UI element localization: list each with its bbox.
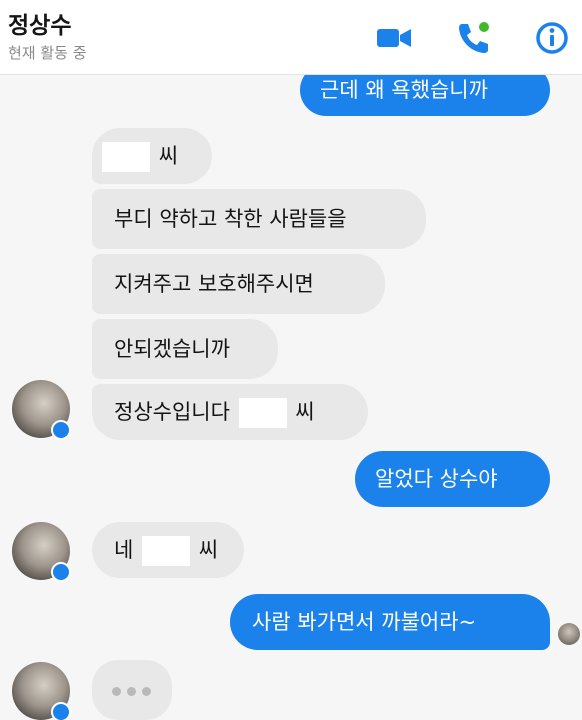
video-call-button[interactable]: [374, 18, 414, 58]
message-text: 네: [114, 538, 134, 562]
message-text: 씨: [198, 538, 219, 562]
message-received[interactable]: 지켜주고 보호해주시면: [92, 254, 385, 314]
typing-indicator: [92, 660, 172, 720]
messenger-badge-icon: [51, 562, 71, 582]
message-received[interactable]: 씨: [92, 128, 212, 184]
message-received[interactable]: 네 씨: [92, 522, 244, 578]
message-text: 알었다 상수야: [375, 467, 498, 491]
info-button[interactable]: [532, 18, 572, 58]
message-text: 씨: [158, 144, 179, 168]
contact-avatar[interactable]: [12, 380, 71, 440]
message-received[interactable]: 안되겠습니까: [92, 319, 278, 379]
message-received[interactable]: 부디 약하고 착한 사람들을: [92, 189, 426, 249]
redacted-name: [238, 398, 287, 428]
message-text: 지켜주고 보호해주시면: [114, 272, 314, 296]
message-list[interactable]: 근데 왜 욕했습니까 씨 부디 약하고 착한 사람들을 지켜주고 보호해주시면 …: [0, 0, 582, 720]
message-text: 정상수입니다: [114, 400, 230, 424]
message-received[interactable]: 정상수입니다 씨: [92, 384, 368, 440]
typing-dot: [127, 687, 136, 696]
chat-screen: 근데 왜 욕했습니까 씨 부디 약하고 착한 사람들을 지켜주고 보호해주시면 …: [0, 0, 582, 720]
messenger-badge-icon: [51, 702, 71, 720]
typing-dot: [112, 687, 121, 696]
message-sent[interactable]: 알었다 상수야: [355, 451, 550, 507]
contact-avatar[interactable]: [12, 522, 71, 582]
read-receipt-avatar: [558, 623, 580, 645]
message-text: 근데 왜 욕했습니까: [320, 78, 488, 102]
info-icon: [536, 22, 568, 54]
contact-name[interactable]: 정상수: [8, 6, 71, 40]
message-text: 사람 봐가면서 까불어라~: [252, 610, 477, 634]
phone-call-icon: [459, 22, 489, 53]
redacted-name: [102, 142, 150, 172]
active-status: 현재 활동 중: [8, 44, 87, 62]
typing-dot: [142, 687, 151, 696]
redacted-name: [142, 536, 191, 566]
message-sent[interactable]: 사람 봐가면서 까불어라~: [230, 594, 550, 650]
video-call-icon: [377, 29, 411, 47]
chat-header: 정상수 현재 활동 중: [0, 0, 582, 75]
message-text: 씨: [295, 400, 315, 424]
message-text: 안되겠습니까: [114, 337, 230, 361]
phone-call-button[interactable]: [453, 18, 493, 58]
message-text: 부디 약하고 착한 사람들을: [114, 207, 347, 231]
messenger-badge-icon: [51, 420, 71, 440]
contact-avatar[interactable]: [12, 662, 71, 720]
